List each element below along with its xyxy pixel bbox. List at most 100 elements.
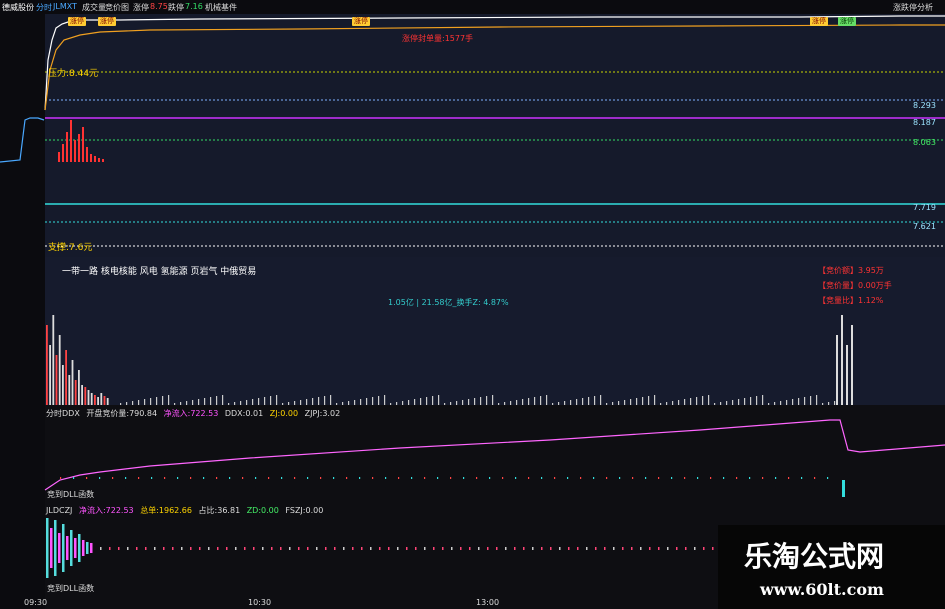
volume-bar [90,393,93,405]
watermark-title: 乐淘公式网 [744,540,885,573]
volume-bar-small [390,403,392,405]
jldczj-tick [478,547,480,550]
jldczj-tick [343,547,345,550]
ddx-tick [697,477,699,479]
seal-order-note: 涨停封单量:1577手 [402,34,474,43]
jldczj-tick [649,547,651,550]
jldczj-bar [66,536,69,560]
volume-bar-small [480,397,482,405]
jldczj-title: JLDCZJ [46,506,73,515]
volume-bar [81,385,83,405]
volume-bar [46,325,48,405]
ddx-tick [502,477,504,479]
jldczj-tick [397,547,399,550]
volume-bar-small [258,398,260,405]
jldczj-bar [86,542,89,554]
jldczj-zd-label: ZD: [246,506,262,515]
volume-bar-small [438,395,440,405]
jldczj-tick [307,547,309,550]
ddx-tick [619,477,621,479]
volume-bar [62,365,64,405]
limit-up-tag-3: 涨停 [352,17,370,26]
jldczj-tick [172,547,174,550]
jldczj-tick [433,547,435,550]
jldczj-fszj-value: 0.00 [305,506,324,515]
ddx-tick [801,477,803,479]
ddx-tick [437,477,439,479]
ddx-tick [164,477,166,479]
ddx-tick [424,477,426,479]
volume-bar-small [690,398,692,405]
volume-bar-small [822,403,824,405]
time-label-1030: 10:30 [248,598,272,607]
volume-bar-small [792,399,794,405]
ddx-tick [242,477,244,479]
volume-bar-small [162,396,164,405]
volume-bar-small [330,395,332,405]
volume-bar-small [654,395,656,405]
jldczj-ratio-label: 占比: [198,506,218,515]
volume-bar-small [276,395,278,405]
volume-bar-small [132,401,134,405]
volume-bar-small [510,401,512,405]
jldczj-netin-label: 净流入: [78,506,106,515]
jldczj-ratio-value: 36.81 [217,506,241,515]
concept-text: 一带一路 核电核能 风电 氢能源 页岩气 中俄贸易 [62,267,257,277]
volume-bar-small [384,395,386,405]
price-level-1: 8.293 [913,101,936,110]
ddx-netin-value: 722.53 [190,409,219,418]
ddx-tick [541,477,543,479]
ddx-tick [684,477,686,479]
ddx-tick [177,477,179,479]
jldczj-tick [523,547,525,550]
volume-bar-late [851,325,853,405]
jldczj-tick [217,547,219,550]
jldczj-total-value: 1962.66 [158,506,192,515]
volume-bar [65,350,67,405]
jldczj-tick [640,547,642,550]
volume-bar-small [186,401,188,405]
volume-bar-small [552,403,554,405]
volume-bar-small [666,402,668,405]
ddx-tick [320,477,322,479]
auction-volume: 【竞价量】0.00万手 [818,281,892,290]
ddx-tick [281,477,283,479]
ddx-tick [229,477,231,479]
volume-bar-small [786,400,788,405]
limit-up-tag-5: 涨停 [838,17,856,26]
volume-bar-small [774,402,776,405]
volume-bar-small [498,403,500,405]
auction-bar [90,154,92,162]
ddx-tick [112,477,114,479]
volume-bar [58,335,61,405]
volume-bar-small [582,398,584,405]
ddx-tick [593,477,595,479]
ddx-tick [528,477,530,479]
price-level-3: 8.063 [913,138,936,147]
ddx-tick [138,477,140,479]
jldczj-tick [289,547,291,550]
jldczj-dll-label: 竞到DLL函数 [47,584,95,593]
ddx-tick [398,477,400,479]
ddx-tick [749,477,751,479]
ddx-tick [216,477,218,479]
volume-bar-small [726,401,728,405]
auction-bar [70,120,72,162]
volume-bar-small [270,396,272,405]
volume-bar-small [828,402,830,405]
jldczj-bar [90,543,93,553]
jldczj-tick [514,547,516,550]
jldczj-total-label: 总单: [140,506,159,515]
volume-bar-small [150,398,152,405]
jldczj-tick [460,547,462,550]
volume-bar-small [648,396,650,405]
auction-bar [98,158,100,162]
ddx-title: 分时DDX [46,409,80,418]
volume-bar-small [138,400,140,405]
jldczj-tick [577,547,579,550]
ddx-tick [463,477,465,479]
average-line [44,24,945,111]
volume-bar [97,397,99,405]
volume-bar-late [836,335,838,405]
ddx-zj-value: 0.00 [280,409,299,418]
